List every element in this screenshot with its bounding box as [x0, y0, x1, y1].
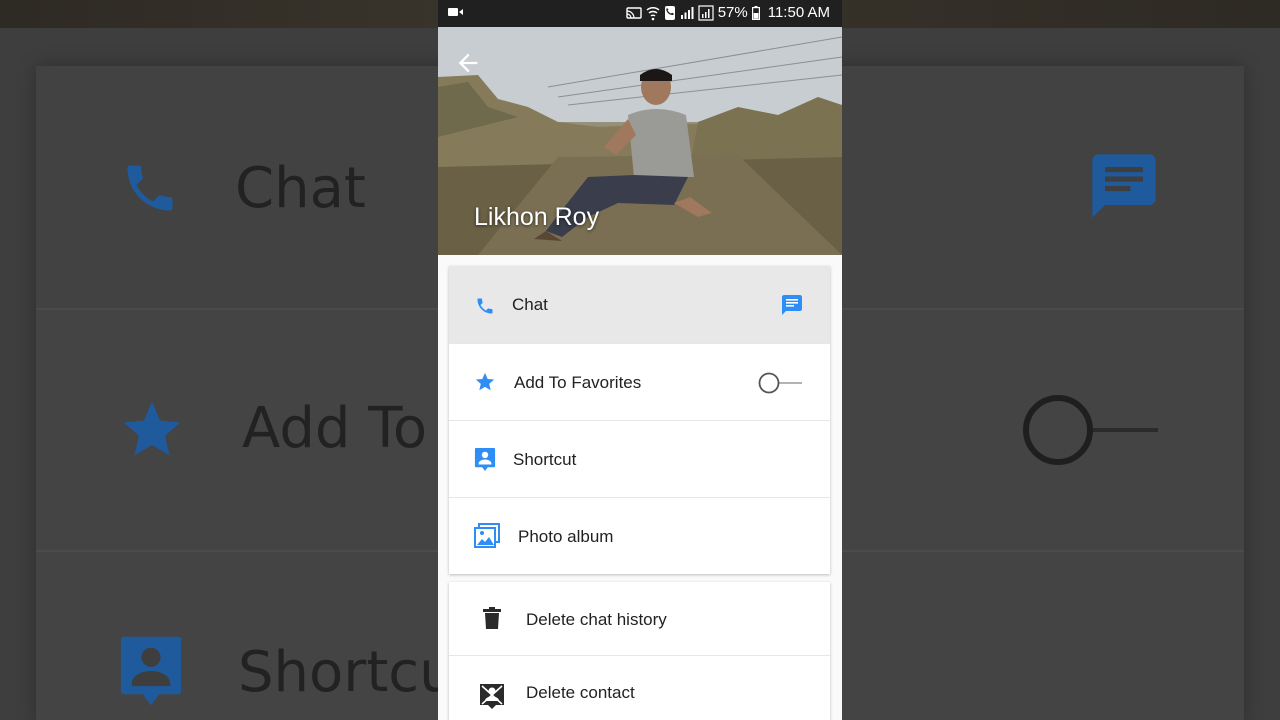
background-shortcut-text: Shortcu: [238, 640, 455, 705]
chat-label: Chat: [512, 295, 548, 314]
favorite-toggle[interactable]: [758, 372, 802, 394]
background-phone-icon: [127, 165, 173, 211]
phone-screen: 57% 11:50 AM Likhon Roy Chat Add To Favo…: [438, 0, 842, 720]
chat-row[interactable]: Chat: [449, 266, 830, 343]
background-star-icon: [123, 401, 181, 456]
background-message-icon: [1092, 154, 1156, 218]
photo-album-icon: [474, 523, 500, 548]
shortcut-icon: [474, 448, 496, 471]
cast-icon: [626, 6, 642, 19]
signal-icon: [680, 6, 694, 19]
delete-chat-history-row[interactable]: Delete chat history: [449, 582, 830, 659]
delete-contact-label: Delete contact: [526, 683, 635, 702]
add-to-favorites-row[interactable]: Add To Favorites: [449, 344, 830, 421]
shortcut-label: Shortcut: [513, 450, 577, 469]
battery-icon: [751, 5, 760, 20]
status-time: 11:50 AM: [767, 4, 830, 21]
background-chat-text: Chat: [235, 156, 366, 221]
status-icons: 57% 11:50 AM: [626, 4, 830, 21]
add-to-favorites-label: Add To Favorites: [514, 373, 642, 392]
background-add-text: Add To: [242, 396, 428, 461]
background-shortcut-icon: [120, 636, 182, 706]
photo-album-row[interactable]: Photo album: [449, 498, 830, 575]
wifi-calling-icon: [646, 6, 660, 20]
battery-percent: 57%: [717, 4, 748, 21]
star-icon: [475, 372, 495, 391]
delete-contact-row[interactable]: Delete contact: [449, 656, 830, 720]
status-bar: 57% 11:50 AM: [438, 0, 842, 27]
danger-actions-card: Delete chat history Delete contact: [449, 582, 830, 720]
contact-header-photo: Likhon Roy: [438, 27, 842, 255]
shortcut-row[interactable]: Shortcut: [449, 421, 830, 498]
back-arrow-icon[interactable]: [454, 49, 482, 77]
background-toggle: [1023, 395, 1158, 465]
video-record-icon: [448, 8, 463, 16]
delete-chat-history-label: Delete chat history: [526, 610, 667, 629]
message-icon[interactable]: [780, 293, 804, 317]
trash-icon: [483, 607, 501, 629]
phone-icon[interactable]: [475, 296, 495, 316]
delete-contact-icon: [480, 684, 504, 709]
signal-box-icon: [698, 4, 714, 21]
contact-actions-card: Chat Add To Favorites Shortcut Photo alb…: [449, 266, 830, 574]
phone-status-icon: [664, 5, 675, 20]
photo-album-label: Photo album: [518, 527, 614, 546]
contact-name: Likhon Roy: [474, 203, 600, 231]
